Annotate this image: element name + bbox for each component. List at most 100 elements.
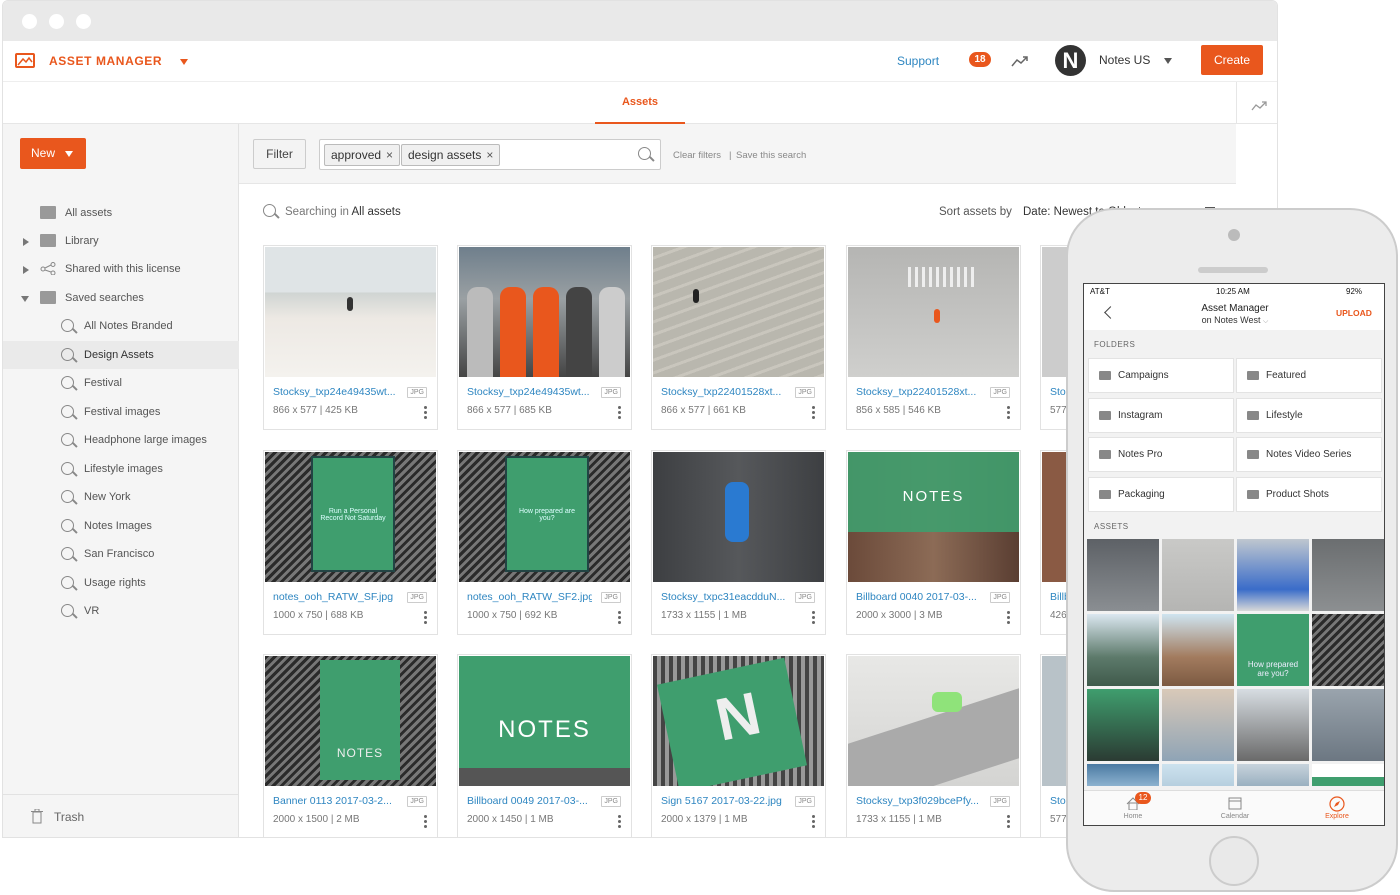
asset-name[interactable]: Stocksy_txp3f029bcePfy...	[856, 795, 981, 807]
phone-folder-item[interactable]: Notes Pro	[1088, 437, 1234, 472]
asset-name[interactable]: Stocksy_txp24e49435wt...	[467, 386, 592, 398]
asset-card[interactable]: Stocksy_txp22401528xt... JPG 856 x 585 | 5…	[846, 245, 1021, 430]
phone-home-button[interactable]	[1209, 836, 1259, 886]
trending-icon[interactable]	[1011, 55, 1029, 67]
more-options-icon[interactable]	[1007, 815, 1010, 829]
filter-search-input[interactable]: approved × design assets ×	[319, 139, 661, 170]
chip-remove-icon[interactable]: ×	[486, 148, 493, 162]
more-options-icon[interactable]	[618, 406, 621, 420]
more-options-icon[interactable]	[1007, 611, 1010, 625]
asset-name[interactable]: Billboard 0049 2017-03-...	[467, 795, 592, 807]
phone-asset-thumbnail[interactable]	[1087, 764, 1159, 786]
asset-card[interactable]: NOTES Banner 0113 2017-03-2... JPG 2000 x 1…	[263, 654, 438, 837]
asset-card[interactable]: Stocksy_txpc31eacdduN... JPG 1733 x 1155 |…	[651, 450, 826, 635]
more-options-icon[interactable]	[424, 611, 427, 625]
more-options-icon[interactable]	[812, 406, 815, 420]
phone-asset-thumbnail[interactable]	[1237, 764, 1309, 786]
phone-asset-thumbnail[interactable]	[1162, 539, 1234, 611]
asset-name[interactable]: Stocksy_txp22401528xt...	[856, 386, 981, 398]
saved-search-item[interactable]: Notes Images	[3, 512, 239, 540]
phone-asset-thumbnail[interactable]	[1162, 614, 1234, 686]
chip-remove-icon[interactable]: ×	[386, 148, 393, 162]
phone-folder-item[interactable]: Campaigns	[1088, 358, 1234, 393]
saved-search-item[interactable]: Usage rights	[3, 569, 239, 597]
asset-name[interactable]: Billboard 0040 2017-03-...	[856, 591, 981, 603]
asset-card[interactable]: Run a Personal Record Not Saturday notes_…	[263, 450, 438, 635]
sidebar-item-saved-searches[interactable]: Saved searches	[3, 284, 239, 312]
account-switcher[interactable]: Notes US	[1099, 53, 1173, 67]
phone-asset-thumbnail[interactable]	[1237, 689, 1309, 761]
trash-item[interactable]: Trash	[3, 794, 239, 837]
saved-search-item[interactable]: Design Assets	[3, 340, 239, 369]
expand-arrow-icon[interactable]	[23, 266, 29, 274]
asset-name[interactable]: Stocksy_txpc31eacdduN...	[661, 591, 786, 603]
phone-folder-item[interactable]: Instagram	[1088, 397, 1234, 433]
phone-asset-thumbnail[interactable]	[1312, 539, 1384, 611]
expand-arrow-icon[interactable]	[23, 238, 29, 246]
filter-chip-approved[interactable]: approved ×	[324, 144, 401, 166]
asset-name[interactable]: Sign 5167 2017-03-22.jpg	[661, 795, 786, 807]
phone-tab-home[interactable]: 12 Home	[1108, 791, 1158, 825]
saved-search-item[interactable]: San Francisco	[3, 540, 239, 568]
phone-asset-thumbnail[interactable]	[1312, 689, 1384, 761]
asset-thumbnail[interactable]	[653, 247, 824, 377]
sidebar-item-shared[interactable]: Shared with this license	[3, 255, 239, 283]
phone-asset-thumbnail[interactable]	[1162, 689, 1234, 761]
asset-name[interactable]: Stocksy_txp22401528xt...	[661, 386, 786, 398]
asset-thumbnail[interactable]: NOTES	[265, 656, 436, 786]
saved-search-item[interactable]: Festival images	[3, 398, 239, 426]
phone-asset-thumbnail[interactable]: How prepared are you?	[1237, 614, 1309, 686]
tab-assets[interactable]: Assets	[595, 82, 685, 124]
asset-name[interactable]: Banner 0113 2017-03-2...	[273, 795, 398, 807]
asset-card[interactable]: NOTES Billboard 0049 2017-03-... JPG 2000 x…	[457, 654, 632, 837]
asset-thumbnail[interactable]	[459, 247, 630, 377]
saved-search-item[interactable]: New York	[3, 483, 239, 511]
upload-button[interactable]: UPLOAD	[1336, 308, 1372, 318]
asset-card[interactable]: Stocksy_txp24e49435wt... JPG 866 x 577 | 6…	[457, 245, 632, 430]
avatar[interactable]: N	[1055, 45, 1086, 76]
saved-search-item[interactable]: VR	[3, 597, 239, 625]
asset-card[interactable]: Stocksy_txp24e49435wt... JPG 866 x 577 | 4…	[263, 245, 438, 430]
save-search-link[interactable]: Save this search	[736, 150, 806, 161]
filter-button[interactable]: Filter	[253, 139, 306, 169]
asset-thumbnail[interactable]: N	[653, 656, 824, 786]
notification-badge[interactable]: 18	[969, 52, 991, 67]
window-zoom-dot[interactable]	[76, 14, 91, 29]
asset-card[interactable]: How prepared are you? notes_ooh_RATW_SF2.…	[457, 450, 632, 635]
support-link[interactable]: Support	[897, 54, 939, 68]
window-minimize-dot[interactable]	[49, 14, 64, 29]
sidebar-item-all-assets[interactable]: All assets	[3, 199, 239, 227]
asset-thumbnail[interactable]: Run a Personal Record Not Saturday	[265, 452, 436, 582]
saved-search-item[interactable]: All Notes Branded	[3, 312, 239, 340]
phone-asset-thumbnail[interactable]	[1087, 689, 1159, 761]
asset-name[interactable]: Stocksy_txp24e49435wt...	[273, 386, 398, 398]
asset-card[interactable]: NOTES Billboard 0040 2017-03-... JPG 2000 x…	[846, 450, 1021, 635]
app-brand[interactable]: ASSET MANAGER	[49, 54, 189, 68]
clear-filters-link[interactable]: Clear filters	[673, 150, 721, 161]
more-options-icon[interactable]	[812, 611, 815, 625]
phone-asset-thumbnail[interactable]	[1087, 539, 1159, 611]
saved-search-item[interactable]: Headphone large images	[3, 426, 239, 454]
asset-name[interactable]: notes_ooh_RATW_SF.jpg	[273, 591, 398, 603]
brand-caret-icon[interactable]	[180, 59, 189, 65]
more-options-icon[interactable]	[424, 815, 427, 829]
more-options-icon[interactable]	[618, 815, 621, 829]
phone-asset-thumbnail[interactable]	[1087, 614, 1159, 686]
saved-search-item[interactable]: Festival	[3, 369, 239, 397]
phone-tab-explore[interactable]: Explore	[1312, 791, 1362, 825]
phone-folder-item[interactable]: Lifestyle	[1236, 397, 1382, 433]
asset-thumbnail[interactable]	[848, 247, 1019, 377]
window-close-dot[interactable]	[22, 14, 37, 29]
asset-thumbnail[interactable]: NOTES	[848, 452, 1019, 582]
phone-asset-thumbnail[interactable]	[1162, 764, 1234, 786]
asset-name[interactable]: notes_ooh_RATW_SF2.jpg	[467, 591, 592, 603]
create-button[interactable]: Create	[1201, 45, 1263, 75]
more-options-icon[interactable]	[812, 815, 815, 829]
asset-card[interactable]: N Sign 5167 2017-03-22.jpg JPG 2000 x 1379 …	[651, 654, 826, 837]
asset-thumbnail[interactable]	[265, 247, 436, 377]
rail-trending-icon[interactable]	[1251, 100, 1267, 111]
phone-folder-item[interactable]: Featured	[1236, 358, 1382, 393]
asset-thumbnail[interactable]: How prepared are you?	[459, 452, 630, 582]
collapse-arrow-icon[interactable]	[21, 296, 29, 302]
more-options-icon[interactable]	[424, 406, 427, 420]
